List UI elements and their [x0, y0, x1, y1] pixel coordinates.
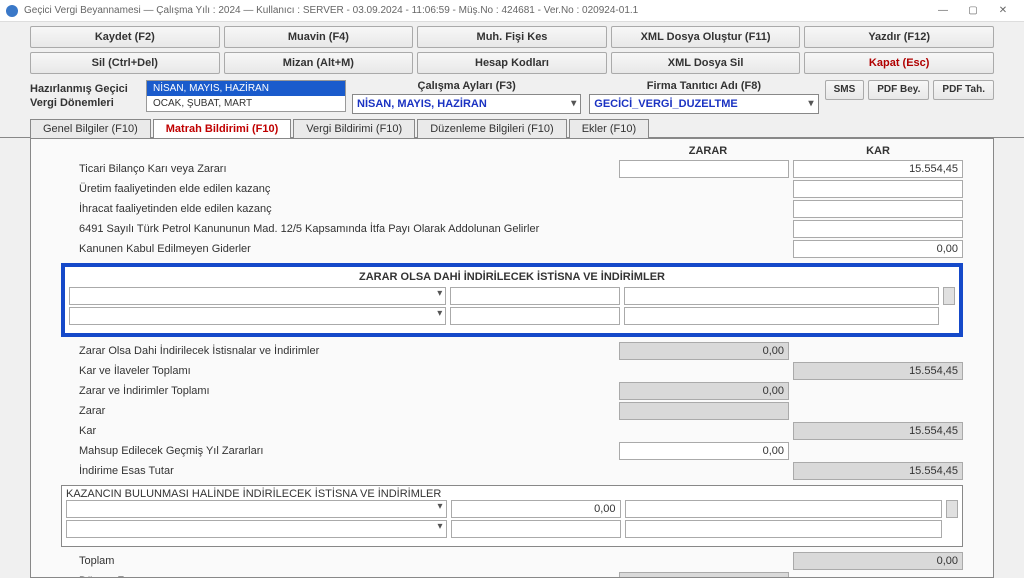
fiskes-button[interactable]: Muh. Fişi Kes	[417, 26, 607, 48]
kazanc-value[interactable]: 0,00	[451, 500, 621, 518]
kazanc-desc[interactable]	[625, 500, 942, 518]
sil-button[interactable]: Sil (Ctrl+Del)	[30, 52, 220, 74]
tab-duzenleme[interactable]: Düzenleme Bilgileri (F10)	[417, 119, 567, 138]
window-title: Geçici Vergi Beyannamesi — Çalışma Yılı …	[24, 5, 638, 16]
section-kazanc-istisna: KAZANCIN BULUNMASI HALİNDE İNDİRİLECEK İ…	[61, 485, 963, 547]
label-zarar: Zarar	[61, 405, 615, 417]
input-kar-3[interactable]	[793, 200, 963, 218]
col-kar-header: KAR	[793, 145, 963, 157]
label-mahsup: Mahsup Edilecek Geçmiş Yıl Zararları	[61, 445, 615, 457]
tab-matrah[interactable]: Matrah Bildirimi (F10)	[153, 119, 291, 138]
minimize-button[interactable]: —	[928, 2, 958, 20]
col-zarar-header: ZARAR	[623, 145, 793, 157]
tab-ekler[interactable]: Ekler (F10)	[569, 119, 649, 138]
xml-sil-button[interactable]: XML Dosya Sil	[611, 52, 801, 74]
period-item-selected[interactable]: NİSAN, MAYIS, HAZİRAN	[147, 81, 345, 96]
input-kar-2[interactable]	[793, 180, 963, 198]
input-mahsup[interactable]: 0,00	[619, 442, 789, 460]
label-toplam: Toplam	[61, 555, 615, 567]
istisna2-desc[interactable]	[624, 307, 939, 325]
section1-header: ZARAR OLSA DAHİ İNDİRİLECEK İSTİSNA VE İ…	[69, 269, 955, 287]
val-zarar	[619, 402, 789, 420]
label-zarar-olsa: Zarar Olsa Dahi İndirilecek İstisnalar v…	[61, 345, 615, 357]
input-kar-4[interactable]	[793, 220, 963, 238]
istisna2-value[interactable]	[450, 307, 620, 325]
label-uretim: Üretim faaliyetinden elde edilen kazanç	[61, 183, 615, 195]
val-zarar-indirimler: 0,00	[619, 382, 789, 400]
pdf-bey-button[interactable]: PDF Bey.	[868, 80, 929, 100]
tab-vergi[interactable]: Vergi Bildirimi (F10)	[293, 119, 415, 138]
kazanc2-value[interactable]	[451, 520, 621, 538]
input-kar-1[interactable]: 15.554,45	[793, 160, 963, 178]
app-icon	[6, 5, 18, 17]
calisma-header: Çalışma Ayları (F3)	[352, 80, 581, 92]
label-indirim-esas: İndirime Esas Tutar	[61, 465, 615, 477]
pdf-tah-button[interactable]: PDF Tah.	[933, 80, 994, 100]
toolbar-row1: Kaydet (F2) Muavin (F4) Muh. Fişi Kes XM…	[0, 22, 1024, 78]
titlebar: Geçici Vergi Beyannamesi — Çalışma Yılı …	[0, 0, 1024, 22]
val-kar: 15.554,45	[793, 422, 963, 440]
firma-dropdown[interactable]: GECİCİ_VERGİ_DUZELTME	[589, 94, 818, 114]
kazanc-scroll[interactable]	[946, 500, 958, 518]
hesapkod-button[interactable]: Hesap Kodları	[417, 52, 607, 74]
label-kanunen: Kanunen Kabul Edilmeyen Giderler	[61, 243, 615, 255]
maximize-button[interactable]: ▢	[958, 2, 988, 20]
muavin-button[interactable]: Muavin (F4)	[224, 26, 414, 48]
val-kar-ilaveler: 15.554,45	[793, 362, 963, 380]
header-row: Hazırlanmış Geçici Vergi Dönemleri NİSAN…	[0, 78, 1024, 116]
val-indirim-esas: 15.554,45	[793, 462, 963, 480]
label-kar-ilaveler: Kar ve İlaveler Toplamı	[61, 365, 615, 377]
input-kar-5[interactable]: 0,00	[793, 240, 963, 258]
mizan-button[interactable]: Mizan (Alt+M)	[224, 52, 414, 74]
kazanc-dropdown[interactable]	[66, 500, 447, 518]
label-ticari-bilanco: Ticari Bilanço Karı veya Zararı	[61, 163, 615, 175]
istisna1-scroll[interactable]	[943, 287, 955, 305]
periods-label: Hazırlanmış Geçici Vergi Dönemleri	[30, 80, 140, 110]
periods-list[interactable]: NİSAN, MAYIS, HAZİRAN OCAK, ŞUBAT, MART	[146, 80, 346, 112]
tab-genel[interactable]: Genel Bilgiler (F10)	[30, 119, 151, 138]
period-item[interactable]: OCAK, ŞUBAT, MART	[147, 96, 345, 111]
label-petrol: 6491 Sayılı Türk Petrol Kanununun Mad. 1…	[61, 223, 615, 235]
kaydet-button[interactable]: Kaydet (F2)	[30, 26, 220, 48]
input-zarar-1[interactable]	[619, 160, 789, 178]
main-panel: ZARAR KAR Ticari Bilanço Karı veya Zarar…	[30, 138, 994, 578]
label-ihracat: İhracat faaliyetinden elde edilen kazanç	[61, 203, 615, 215]
yazdir-button[interactable]: Yazdır (F12)	[804, 26, 994, 48]
val-zarar-olsa: 0,00	[619, 342, 789, 360]
istisna2-dropdown[interactable]	[69, 307, 446, 325]
kazanc2-dropdown[interactable]	[66, 520, 447, 538]
val-toplam: 0,00	[793, 552, 963, 570]
close-window-button[interactable]: ✕	[988, 2, 1018, 20]
label-zarar-indirimler: Zarar ve İndirimler Toplamı	[61, 385, 615, 397]
section2-header: KAZANCIN BULUNMASI HALİNDE İNDİRİLECEK İ…	[66, 488, 958, 500]
sms-button[interactable]: SMS	[825, 80, 865, 100]
tabs: Genel Bilgiler (F10) Matrah Bildirimi (F…	[0, 118, 1024, 138]
section-zarar-istisna: ZARAR OLSA DAHİ İNDİRİLECEK İSTİSNA VE İ…	[61, 263, 963, 337]
istisna1-value[interactable]	[450, 287, 620, 305]
istisna1-desc[interactable]	[624, 287, 939, 305]
calisma-dropdown[interactable]: NİSAN, MAYIS, HAZİRAN	[352, 94, 581, 114]
istisna1-dropdown[interactable]	[69, 287, 446, 305]
kapat-button[interactable]: Kapat (Esc)	[804, 52, 994, 74]
label-kar: Kar	[61, 425, 615, 437]
kazanc2-desc[interactable]	[625, 520, 942, 538]
firma-header: Firma Tanıtıcı Adı (F8)	[589, 80, 818, 92]
xml-olustur-button[interactable]: XML Dosya Oluştur (F11)	[611, 26, 801, 48]
